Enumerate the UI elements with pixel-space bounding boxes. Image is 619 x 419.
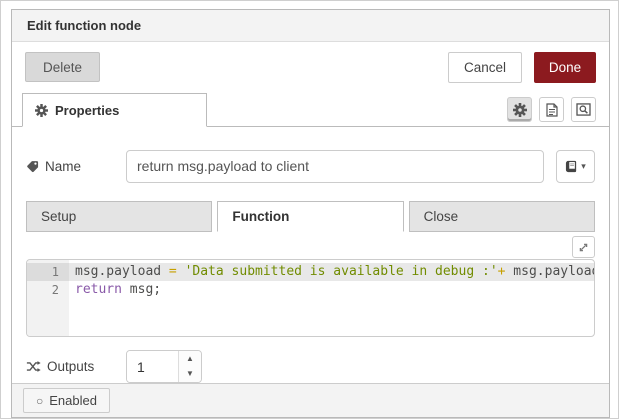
arrow-up-icon: ▲: [186, 355, 194, 363]
function-editor-tabs: Setup Function Close: [26, 201, 595, 232]
dialog-footer: ○ Enabled: [12, 383, 609, 417]
done-button[interactable]: Done: [534, 52, 596, 83]
zoom-box-icon: [576, 103, 591, 116]
tab-close[interactable]: Close: [409, 201, 595, 232]
shuffle-icon: [26, 360, 41, 373]
enabled-toggle-button[interactable]: ○ Enabled: [23, 388, 110, 413]
spinner-up-button[interactable]: ▲: [179, 351, 201, 367]
dialog-body: Name ▾ Setup Function Close: [12, 127, 609, 383]
edit-function-node-dialog: Edit function node Delete Cancel Done Pr…: [11, 9, 610, 418]
spinner-down-button[interactable]: ▼: [179, 367, 201, 383]
name-row: Name ▾: [26, 149, 595, 183]
expand-row: [26, 235, 595, 259]
caret-down-icon: ▾: [581, 161, 586, 172]
zoom-button[interactable]: [571, 97, 596, 122]
screenshot-frame: Edit function node Delete Cancel Done Pr…: [0, 0, 619, 419]
tab-properties[interactable]: Properties: [22, 93, 207, 127]
description-button[interactable]: [539, 97, 564, 122]
code-lines[interactable]: msg.payload = 'Data submitted is availab…: [69, 260, 595, 336]
expand-editor-button[interactable]: [572, 236, 595, 258]
code-editor[interactable]: 12 msg.payload = 'Data submitted is avai…: [26, 259, 595, 337]
enabled-label: Enabled: [49, 393, 97, 408]
code-line[interactable]: msg.payload = 'Data submitted is availab…: [69, 263, 595, 281]
cancel-button[interactable]: Cancel: [448, 52, 522, 83]
expand-icon: [578, 242, 589, 253]
code-line[interactable]: return msg;: [69, 281, 595, 299]
name-label-group: Name: [26, 159, 126, 174]
library-button[interactable]: ▾: [556, 150, 595, 183]
arrow-down-icon: ▼: [186, 370, 194, 378]
line-number: 1: [27, 263, 69, 281]
delete-button[interactable]: Delete: [25, 52, 100, 82]
outputs-input[interactable]: [127, 351, 178, 382]
gear-icon: [35, 104, 48, 117]
code-gutter: 12: [27, 260, 69, 336]
outputs-label-group: Outputs: [26, 359, 126, 374]
book-icon: [565, 160, 578, 173]
name-label: Name: [45, 159, 81, 174]
spinner-arrows: ▲ ▼: [178, 351, 201, 382]
outputs-label: Outputs: [47, 359, 94, 374]
properties-gear-button[interactable]: [507, 97, 532, 122]
tab-setup[interactable]: Setup: [26, 201, 212, 232]
dialog-title: Edit function node: [27, 18, 141, 33]
outputs-row: Outputs ▲ ▼: [26, 350, 595, 383]
tag-icon: [26, 160, 39, 173]
name-input[interactable]: [126, 150, 544, 183]
properties-tab-label: Properties: [55, 103, 119, 118]
gear-icon: [513, 103, 527, 117]
circle-icon: ○: [36, 395, 43, 407]
document-icon: [546, 103, 558, 117]
outputs-spinner: ▲ ▼: [126, 350, 202, 383]
dialog-header: Edit function node: [12, 10, 609, 42]
line-number: 2: [27, 281, 69, 299]
tab-function[interactable]: Function: [217, 201, 403, 232]
dialog-toolbar: Delete Cancel Done: [12, 42, 609, 92]
properties-tabbar: Properties: [12, 92, 609, 127]
